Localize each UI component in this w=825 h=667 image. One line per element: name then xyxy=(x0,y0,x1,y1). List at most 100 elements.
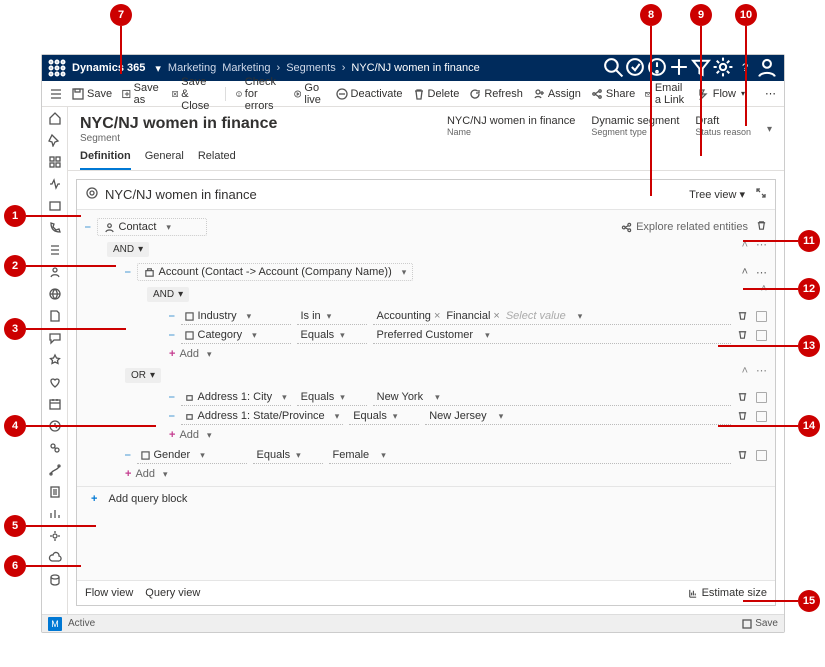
select-checkbox[interactable] xyxy=(756,311,767,322)
delete-icon[interactable] xyxy=(737,410,748,424)
callout-6: 6 xyxy=(4,555,26,577)
and-operator[interactable]: AND ▾ xyxy=(107,242,149,257)
sub-entity-selector[interactable]: Account (Contact -> Account (Company Nam… xyxy=(137,263,414,281)
globe-icon[interactable] xyxy=(48,287,62,301)
op-equals[interactable]: Equals xyxy=(253,447,323,464)
callout-4: 4 xyxy=(4,415,26,437)
val-industry[interactable]: Accounting× Financial× Select value xyxy=(373,308,732,325)
heart-icon[interactable] xyxy=(48,375,62,389)
assign-button[interactable]: Assign xyxy=(533,88,581,100)
treeview-toggle[interactable]: Tree view ▾ xyxy=(689,188,745,201)
field-city[interactable]: Address 1: City xyxy=(181,389,291,406)
delete-icon[interactable] xyxy=(756,220,767,234)
chevron-down-icon[interactable]: ▾ xyxy=(767,124,772,135)
activity-icon[interactable] xyxy=(48,177,62,191)
calendar-icon[interactable] xyxy=(48,397,62,411)
add-clause[interactable]: Add xyxy=(169,348,767,360)
golive-button[interactable]: Go live xyxy=(294,82,326,106)
breadcrumb-1[interactable]: Segments xyxy=(283,62,339,74)
root-entity-selector[interactable]: Contact xyxy=(97,218,207,236)
fullscreen-icon[interactable] xyxy=(755,187,767,202)
delete-icon[interactable] xyxy=(737,449,748,463)
delete-icon[interactable] xyxy=(737,310,748,324)
op-equals[interactable]: Equals xyxy=(297,389,367,406)
list-icon[interactable] xyxy=(48,243,62,257)
settings-icon[interactable] xyxy=(48,529,62,543)
task-icon[interactable] xyxy=(624,56,646,81)
and-operator-2[interactable]: AND ▾ xyxy=(147,287,189,302)
chart-icon[interactable] xyxy=(48,507,62,521)
clause-state: ⎯ Address 1: State/Province Equals New J… xyxy=(169,408,767,425)
app-launcher-icon[interactable] xyxy=(48,59,66,77)
overflow-icon[interactable]: ⋯ xyxy=(765,87,776,100)
form-icon[interactable] xyxy=(48,485,62,499)
doc-icon[interactable] xyxy=(48,309,62,323)
db-icon[interactable] xyxy=(48,573,62,587)
status-save[interactable]: Save xyxy=(742,618,778,629)
field-category[interactable]: Category xyxy=(181,327,291,344)
saveas-button[interactable]: Save as xyxy=(122,82,162,106)
chevron-down-icon[interactable]: ▾ xyxy=(151,62,165,75)
more-icon[interactable]: ⋯ xyxy=(756,266,767,279)
card-icon[interactable] xyxy=(48,199,62,213)
area-label[interactable]: Marketing xyxy=(165,62,219,74)
gear-icon[interactable] xyxy=(712,56,734,81)
root-entity-label: Contact xyxy=(119,221,157,233)
refresh-button[interactable]: Refresh xyxy=(469,88,523,100)
val-state[interactable]: New Jersey xyxy=(425,408,731,425)
journey-icon[interactable] xyxy=(48,463,62,477)
select-checkbox[interactable] xyxy=(756,411,767,422)
hamburger-icon[interactable] xyxy=(50,88,62,100)
cloud-icon[interactable] xyxy=(48,551,62,565)
add-icon[interactable] xyxy=(668,56,690,81)
field-gender[interactable]: Gender xyxy=(137,447,247,464)
deactivate-button[interactable]: Deactivate xyxy=(336,88,403,100)
app-chip[interactable]: M xyxy=(48,617,62,631)
op-equals[interactable]: Equals xyxy=(297,327,367,344)
flowview-button[interactable]: Flow view xyxy=(85,587,133,599)
add-clause[interactable]: Add xyxy=(169,429,767,441)
flow-button[interactable]: Flow▾ xyxy=(698,88,745,100)
delete-icon[interactable] xyxy=(737,391,748,405)
collapse-icon[interactable]: ˄ xyxy=(742,365,748,377)
hdr-type-lbl: Segment type xyxy=(591,127,679,137)
sitemap-rail xyxy=(42,107,68,614)
select-checkbox[interactable] xyxy=(756,392,767,403)
select-checkbox[interactable] xyxy=(756,330,767,341)
op-isin[interactable]: Is in xyxy=(297,308,367,325)
tab-related[interactable]: Related xyxy=(198,150,236,170)
more-icon[interactable]: ⋯ xyxy=(756,364,767,377)
delete-icon[interactable] xyxy=(737,329,748,343)
main-area: NYC/NJ women in finance Segment NYC/NJ w… xyxy=(68,107,784,614)
queryview-button[interactable]: Query view xyxy=(145,587,200,599)
home-icon[interactable] xyxy=(48,111,62,125)
breadcrumb-0[interactable]: Marketing xyxy=(219,62,273,74)
add-clause-root[interactable]: Add xyxy=(125,468,767,480)
val-gender[interactable]: Female xyxy=(329,447,732,464)
tab-general[interactable]: General xyxy=(145,150,184,170)
val-category[interactable]: Preferred Customer xyxy=(373,327,732,344)
chat-icon[interactable] xyxy=(48,331,62,345)
star-icon[interactable] xyxy=(48,353,62,367)
select-checkbox[interactable] xyxy=(756,450,767,461)
phone-icon[interactable] xyxy=(48,221,62,235)
segment-icon[interactable] xyxy=(48,441,62,455)
or-operator[interactable]: OR ▾ xyxy=(125,368,161,383)
user-icon[interactable] xyxy=(756,56,778,81)
save-button[interactable]: Save xyxy=(72,88,112,100)
explore-related-button[interactable]: Explore related entities xyxy=(621,221,748,233)
delete-button[interactable]: Delete xyxy=(413,88,460,100)
add-query-block[interactable]: + Add query block xyxy=(91,493,767,505)
field-industry[interactable]: Industry xyxy=(181,308,291,325)
field-state[interactable]: Address 1: State/Province xyxy=(181,408,344,425)
search-icon[interactable] xyxy=(602,56,624,81)
collapse-icon[interactable]: ˄ xyxy=(742,266,748,278)
pin-icon[interactable] xyxy=(48,133,62,147)
op-equals[interactable]: Equals xyxy=(349,408,419,425)
val-city[interactable]: New York xyxy=(373,389,731,406)
estimate-size-button[interactable]: Estimate size xyxy=(687,587,767,599)
share-button[interactable]: Share xyxy=(591,88,635,100)
tab-definition[interactable]: Definition xyxy=(80,150,131,170)
person-icon[interactable] xyxy=(48,265,62,279)
dashboard-icon[interactable] xyxy=(48,155,62,169)
